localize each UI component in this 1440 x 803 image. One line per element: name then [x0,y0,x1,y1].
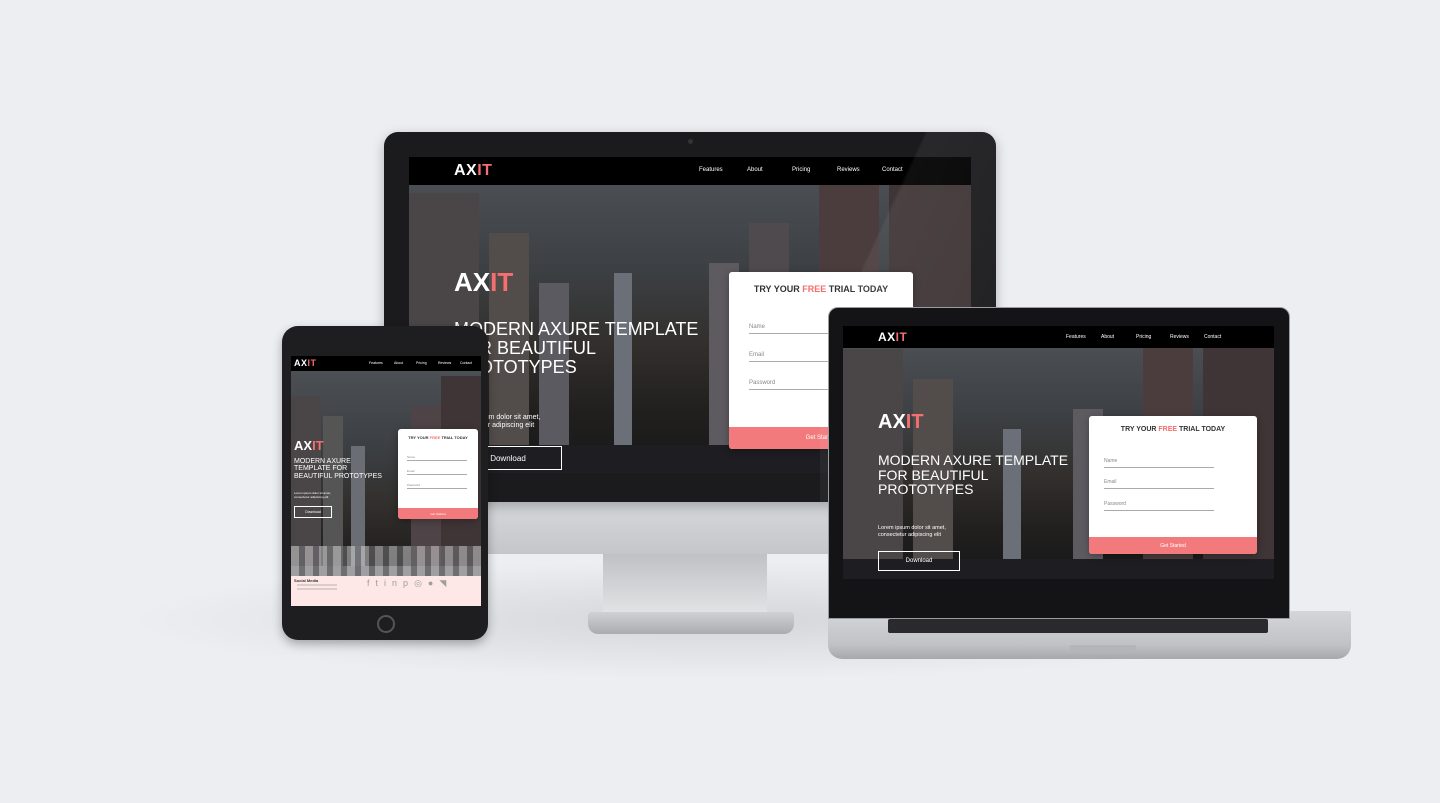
hero-lorem: Lorem ipsum dolor sit amet, consectetur … [294,491,332,499]
ipad-screen: AXIT Features About Pricing Reviews Cont… [291,356,481,606]
nav-links: Features About Pricing Reviews Contact [369,361,478,365]
form-title: TRY YOUR FREE TRIAL TODAY [1120,426,1226,433]
get-started-button[interactable]: Get Started [1089,537,1257,554]
rss-icon[interactable]: ◥ [439,578,452,589]
facebook-icon[interactable]: f [367,578,376,588]
nav-features[interactable]: Features [699,167,747,173]
nav-pricing[interactable]: Pricing [1136,334,1170,340]
nav-about[interactable]: About [394,361,416,365]
hero-title: AXIT [294,438,324,453]
hero-headline: MODERN AXURE TEMPLATE FOR BEAUTIFUL PROT… [878,452,1069,498]
nav-pricing[interactable]: Pricing [792,167,837,173]
nav-features[interactable]: Features [369,361,394,365]
trial-form: TRY YOUR FREE TRIAL TODAY Name Email Pas… [1089,416,1257,554]
download-button[interactable]: Download [294,506,332,518]
social-footer: Social Media ftinp◎●◥ [291,576,481,606]
nav-features[interactable]: Features [1066,334,1101,340]
nav-links: Features About Pricing Reviews Contact [1066,334,1234,340]
imac-stand-foot [588,612,794,634]
macbook-notch [1070,645,1136,653]
macbook-navbar: AXIT Features About Pricing Reviews Cont… [843,326,1274,348]
twitter-icon[interactable]: t [376,578,385,588]
nav-links: Features About Pricing Reviews Contact [699,167,922,173]
logo[interactable]: AXIT [878,330,907,344]
nav-about[interactable]: About [1101,334,1136,340]
nav-contact[interactable]: Contact [1204,334,1234,340]
home-button-icon [377,615,395,633]
trial-form: TRY YOUR FREE TRIAL TODAY Name Email Pas… [398,429,478,519]
logo[interactable]: AXIT [294,358,317,368]
imac-stand-neck [603,554,767,614]
hero-headline: MODERN AXURE TEMPLATE FOR BEAUTIFUL PROT… [454,319,699,377]
form-title: TRY YOUR FREE TRIAL TODAY [753,284,889,294]
name-field[interactable]: Name [407,455,467,461]
instagram-icon[interactable]: ◎ [414,578,428,589]
linkedin-icon[interactable]: in [384,578,403,588]
nav-contact[interactable]: Contact [882,167,922,173]
ipad-navbar: AXIT Features About Pricing Reviews Cont… [291,356,481,371]
hero-title: AXIT [454,267,514,297]
pinterest-icon[interactable]: p [403,578,414,588]
imac-navbar: AXIT Features About Pricing Reviews Cont… [409,157,971,185]
nav-about[interactable]: About [747,167,792,173]
download-button[interactable]: Download [878,551,960,571]
social-icons: ftinp◎●◥ [367,578,452,589]
name-field[interactable]: Name [1104,458,1214,468]
password-field[interactable]: Password [1104,501,1214,511]
macbook-keyboard [888,619,1268,633]
github-icon[interactable]: ● [428,578,439,588]
social-label: Social Media [294,578,319,583]
logo[interactable]: AXIT [454,162,492,180]
nav-reviews[interactable]: Reviews [837,167,882,173]
password-field[interactable]: Password [407,483,467,489]
email-field[interactable]: Email [407,469,467,475]
hero-title: AXIT [878,411,924,433]
get-started-button[interactable]: Get Started [398,508,478,519]
nav-contact[interactable]: Contact [460,361,478,365]
hero-headline: MODERN AXURE TEMPLATE FOR BEAUTIFUL PROT… [294,458,382,480]
nav-pricing[interactable]: Pricing [416,361,438,365]
macbook-screen: AXIT Features About Pricing Reviews Cont… [843,326,1274,579]
camera-icon [688,139,693,144]
nav-reviews[interactable]: Reviews [1170,334,1204,340]
form-title: TRY YOUR FREE TRIAL TODAY [408,435,468,440]
nav-reviews[interactable]: Reviews [438,361,460,365]
hero-lorem: Lorem ipsum dolor sit amet, consectetur … [878,525,946,538]
email-field[interactable]: Email [1104,479,1214,489]
crosswalk [291,546,481,576]
